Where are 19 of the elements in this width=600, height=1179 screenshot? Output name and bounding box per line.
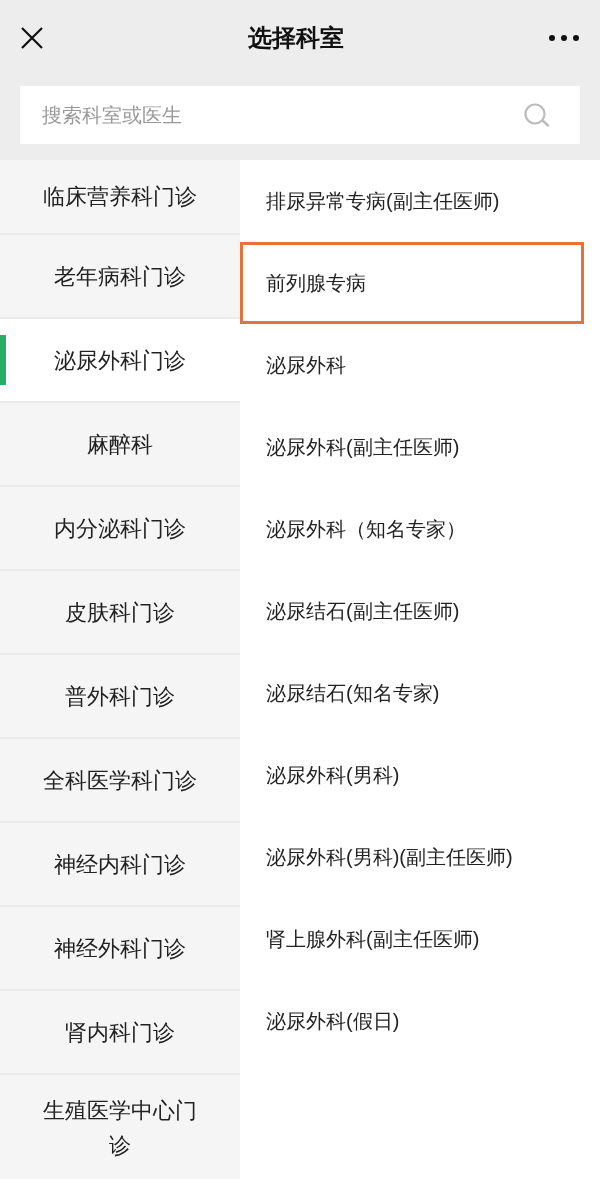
close-icon xyxy=(21,27,43,49)
active-indicator xyxy=(0,335,6,385)
clinic-item[interactable]: 泌尿结石(副主任医师) xyxy=(240,570,584,652)
clinic-item[interactable]: 泌尿外科(假日) xyxy=(240,980,584,1062)
clinic-item[interactable]: 前列腺专病 xyxy=(240,242,584,324)
close-button[interactable] xyxy=(20,26,44,50)
department-item[interactable]: 泌尿外科门诊 xyxy=(0,319,240,403)
clinic-item[interactable]: 泌尿外科（知名专家） xyxy=(240,488,584,570)
clinic-item[interactable]: 泌尿外科(男科)(副主任医师) xyxy=(240,816,584,898)
clinic-item[interactable]: 泌尿结石(知名专家) xyxy=(240,652,584,734)
search-field[interactable]: 搜索科室或医生 xyxy=(20,86,580,144)
clinic-item[interactable]: 泌尿外科 xyxy=(240,324,584,406)
clinic-item[interactable]: 泌尿外科(副主任医师) xyxy=(240,406,584,488)
more-icon xyxy=(549,35,579,41)
page-title: 选择科室 xyxy=(248,23,344,53)
clinic-item[interactable]: 肾上腺外科(副主任医师) xyxy=(240,898,584,980)
search-icon xyxy=(524,103,550,127)
clinic-item[interactable]: 排尿异常专病(副主任医师) xyxy=(240,160,584,242)
clinic-item[interactable]: 泌尿外科(男科) xyxy=(240,734,584,816)
